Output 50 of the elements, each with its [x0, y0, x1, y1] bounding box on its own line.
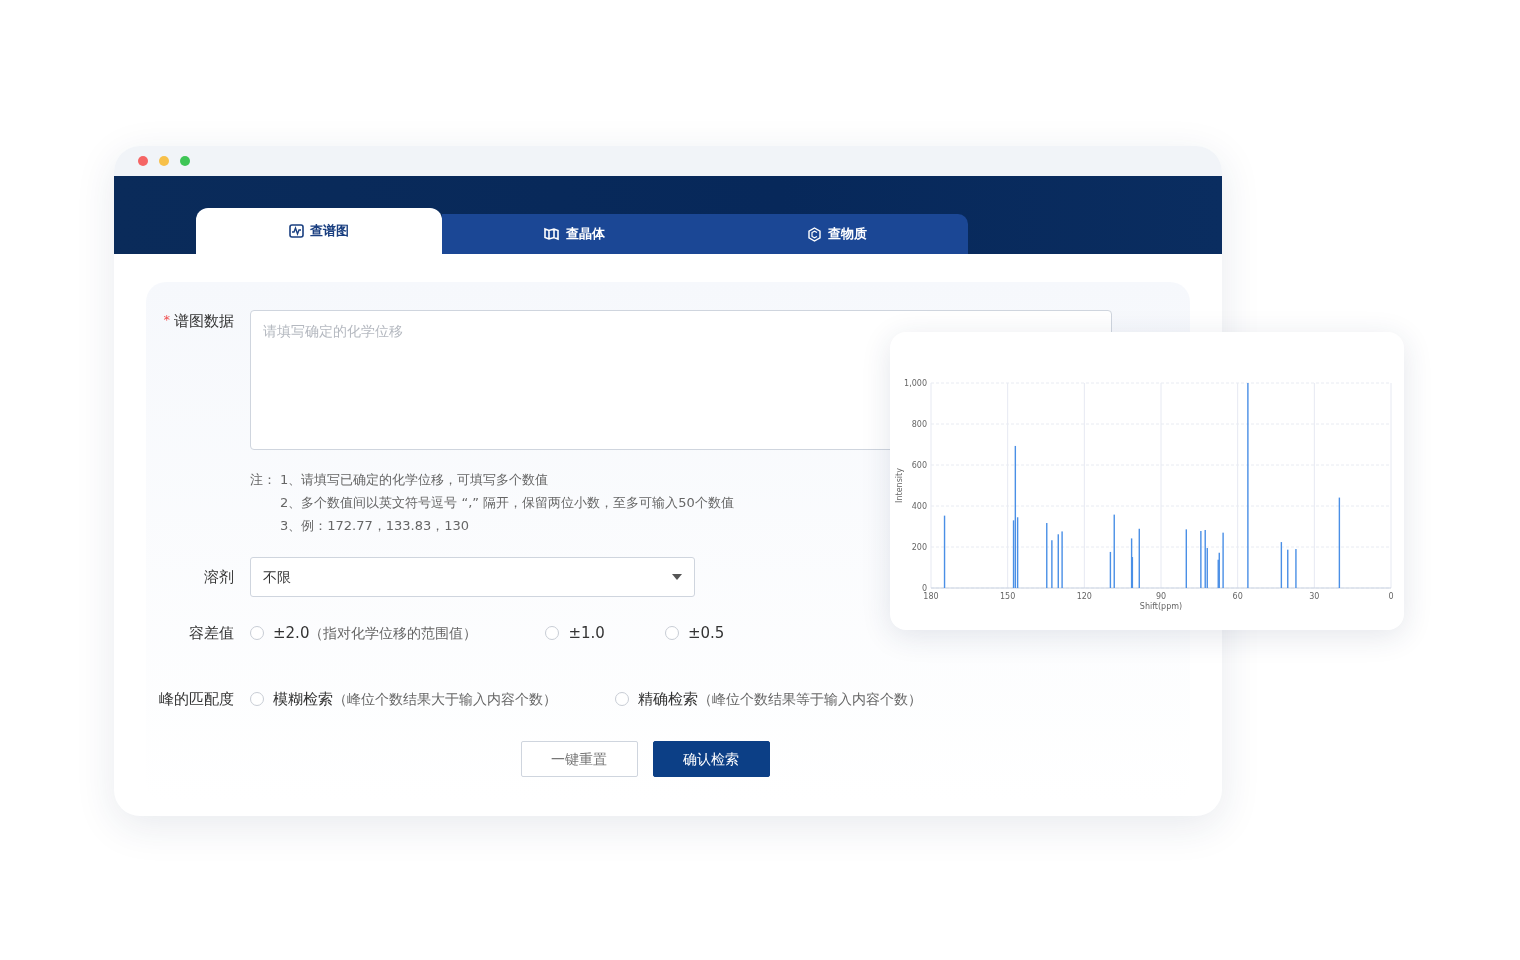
option-label: ±0.5 [687, 624, 725, 642]
tab[interactable]: 查物质 [705, 214, 968, 254]
radio-button[interactable] [615, 692, 629, 706]
x-tick-label: 150 [1000, 592, 1016, 601]
option-label: ±1.0 [568, 624, 605, 642]
radio-button[interactable] [545, 626, 560, 640]
x-tick-label: 90 [1155, 592, 1167, 601]
field-label: 溶剂 [204, 567, 234, 586]
y-tick-label: 800 [911, 420, 927, 429]
option-label: ±2.0 [273, 624, 310, 642]
y-tick-label: 1,000 [904, 379, 927, 388]
maximize-button[interactable] [180, 156, 190, 166]
y-tick-label: 600 [911, 461, 927, 470]
chart-icon [289, 224, 304, 238]
close-button[interactable] [138, 156, 148, 166]
radio-button[interactable] [250, 692, 264, 706]
option-label: 模糊检索 [273, 690, 333, 708]
radio-button[interactable] [664, 626, 679, 640]
solvent-dropdown[interactable]: 不限 [250, 557, 695, 597]
y-tick-label: 200 [911, 543, 927, 552]
y-tick-label: 0 [921, 584, 927, 593]
hexagon-icon [806, 226, 822, 242]
note-text: 1、请填写已确定的化学位移，可填写多个数值 [280, 471, 550, 489]
minimize-button[interactable] [159, 156, 169, 166]
option-hint: （峰位个数结果大于输入内容个数） [333, 691, 557, 707]
tab[interactable]: 查谱图 [196, 208, 442, 254]
note-text: 3、例：172.77，133.83，130 [280, 517, 471, 535]
reset-button[interactable]: 一键重置 [520, 741, 638, 777]
search-button[interactable]: 确认检索 [652, 741, 770, 777]
radio-button[interactable] [250, 626, 264, 640]
field-label: 容差值 [189, 623, 234, 642]
y-tick-label: 400 [911, 502, 927, 511]
x-tick-label: 0 [1388, 592, 1394, 601]
caret-icon [672, 574, 682, 580]
option-label: 精确检索 [638, 690, 698, 708]
option-hint: （指对化学位移的范围值） [309, 625, 478, 641]
x-tick-label: 60 [1232, 592, 1243, 601]
x-axis-title: Shift(ppm) [1139, 602, 1183, 611]
note-text: 2、多个数值间以英文符号逗号 “,” 隔开，保留两位小数，至多可输入50个数值 [280, 494, 734, 512]
note-label: 注： [250, 471, 276, 489]
field-label: 谱图数据 [174, 312, 234, 330]
required-asterisk: * [163, 312, 170, 327]
x-tick-label: 180 [923, 592, 939, 601]
field-label: 峰的匹配度 [159, 689, 234, 708]
y-axis-title: Intensity [895, 468, 904, 503]
tab[interactable]: 查晶体 [442, 214, 705, 254]
spectrum-peak [1280, 542, 1283, 588]
x-tick-label: 30 [1309, 592, 1320, 601]
option-hint: （峰位个数结果等于输入内容个数） [698, 691, 922, 707]
x-tick-label: 120 [1076, 592, 1092, 601]
